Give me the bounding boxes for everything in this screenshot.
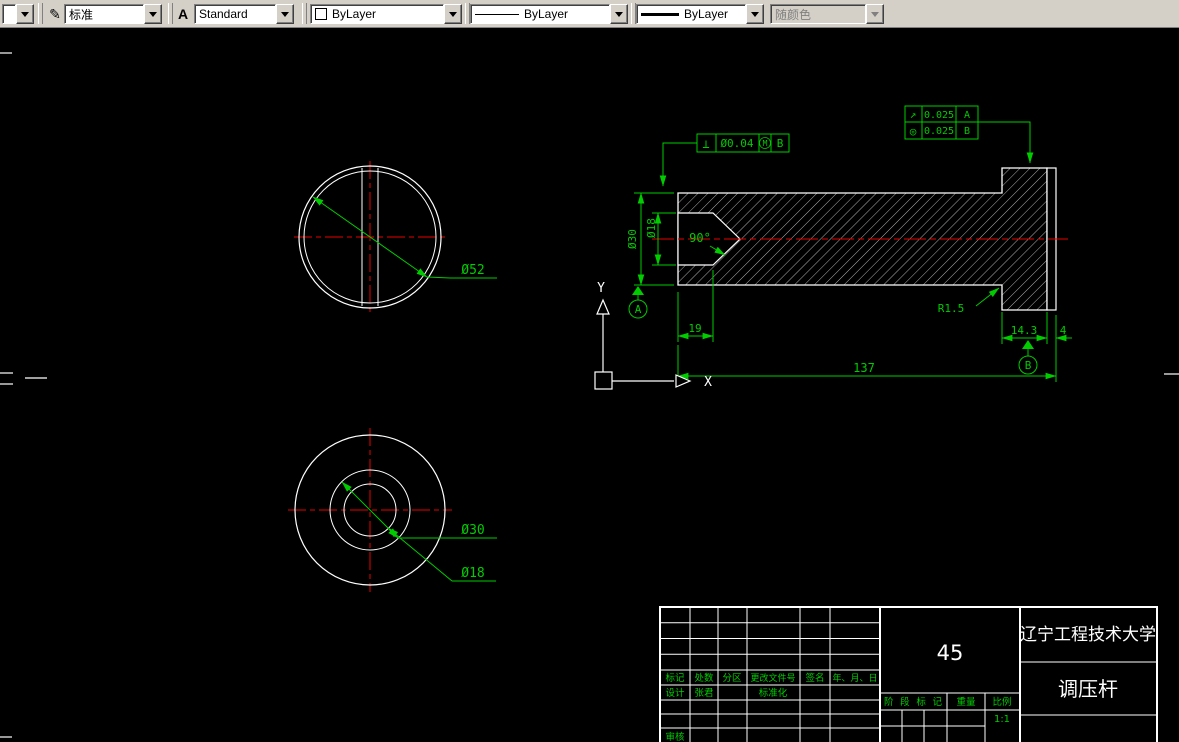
datum-a-symbol: A (628, 286, 648, 319)
title-block-text: 45 辽宁工程技术大学 调压杆 标记 处数 分区 更改文件号 签名 年、月、日 … (665, 625, 1156, 742)
chevron-down-icon[interactable] (746, 4, 764, 24)
color-value: ByLayer (332, 7, 377, 21)
dim-label-flange-width: 14.3 (1011, 324, 1038, 337)
letter-a-icon: A (177, 6, 189, 22)
fcf-runout-concentricity: ↗ 0.025 A ◎ 0.025 B (904, 105, 1034, 164)
fcf-runout-symbol: ↗ (910, 108, 917, 121)
mini-combo[interactable] (2, 4, 34, 24)
dim-label-phi18: Ø18 (461, 566, 484, 581)
scale-value: 1:1 (994, 714, 1010, 725)
fcf-conc-symbol: ◎ (910, 125, 917, 138)
fcf-runout-datum: A (964, 110, 970, 121)
hdr-signature: 签名 (805, 672, 824, 684)
dim-label-end-width: 4 (1060, 324, 1067, 337)
bottom-circle-view: Ø30 Ø18 (288, 428, 497, 592)
chevron-down-icon[interactable] (16, 4, 34, 24)
datum-b-symbol: B (1018, 340, 1038, 375)
dim-label-total-length: 137 (853, 361, 875, 375)
weight-label: 重量 (956, 696, 976, 708)
fcf-runout-tolerance: 0.025 (924, 110, 954, 121)
hdr-mark: 标记 (665, 672, 685, 684)
datum-a-label: A (635, 303, 642, 316)
pencil-icon: ✎ (49, 5, 61, 22)
linetype-combo[interactable]: ByLayer (470, 4, 628, 24)
styles-toolbar: ✎ 标准 A Standard ByLayer ByLayer ByLayer … (0, 0, 1179, 28)
toolbar-grip[interactable] (38, 3, 43, 24)
fcf-perp-modifier: M (763, 139, 768, 148)
top-circle-view: Ø52 (294, 161, 497, 313)
fillet-leader (975, 287, 1000, 307)
linetype-value: ByLayer (524, 7, 569, 21)
linetype-swatch (475, 13, 519, 15)
drawing-canvas[interactable]: Ø52 Ø30 Ø18 Ø30 Ø18 90° A 19 137 14.3 4 … (0, 28, 1179, 742)
hdr-count: 处数 (694, 672, 714, 684)
text-style-combo[interactable]: Standard (194, 4, 294, 24)
cad-app-window: ✎ 标准 A Standard ByLayer ByLayer ByLayer … (0, 0, 1179, 742)
lineweight-swatch (641, 12, 679, 16)
dim-label-hole-depth: 19 (688, 322, 701, 335)
review-label: 审核 (665, 731, 685, 742)
chevron-down-icon[interactable] (144, 4, 162, 24)
dim-label-phi30: Ø30 (461, 523, 484, 538)
ucs-x-label: X (704, 375, 712, 390)
plot-style-value: 随颜色 (770, 4, 866, 24)
sheet-border-ticks (0, 52, 1179, 738)
dim-label-fillet: R1.5 (938, 302, 965, 315)
text-style-icon[interactable]: A (172, 3, 194, 25)
design-label: 设计 (665, 687, 685, 699)
dim-style-icon[interactable]: ✎ (44, 3, 66, 25)
toolbar-grip[interactable] (302, 3, 307, 24)
stage-label: 阶段标记 (884, 696, 942, 708)
dim-label-dia-outer: Ø30 (626, 229, 639, 249)
ucs-y-label: Y (597, 281, 605, 296)
hdr-date: 年、月、日 (832, 672, 877, 684)
chevron-down-icon[interactable] (610, 4, 628, 24)
part-name: 调压杆 (1058, 677, 1118, 701)
fcf-perpendicularity: ⊥ Ø0.04 M B (659, 133, 790, 187)
hdr-zone: 分区 (722, 673, 742, 684)
dim-style-value: 标准 (64, 4, 144, 24)
plot-style-combo: 随颜色 (770, 4, 884, 24)
fcf-conc-datum: B (964, 126, 970, 137)
university-name: 辽宁工程技术大学 (1020, 625, 1156, 645)
title-block: 45 辽宁工程技术大学 调压杆 标记 处数 分区 更改文件号 签名 年、月、日 … (659, 606, 1158, 742)
dim-label-dia-hole: Ø18 (645, 218, 658, 238)
chevron-down-icon (866, 4, 884, 24)
chevron-down-icon[interactable] (276, 4, 294, 24)
dim-label-cone-angle: 90° (689, 231, 711, 245)
section-view: Ø30 Ø18 90° A 19 137 14.3 4 R1.5 B ⊥ Ø0.… (626, 105, 1072, 382)
scale-label: 比例 (992, 696, 1011, 708)
lineweight-value: ByLayer (684, 7, 729, 21)
fcf-perp-tolerance: Ø0.04 (720, 137, 753, 150)
hdr-change-doc: 更改文件号 (750, 672, 795, 684)
mini-combo-value (2, 4, 16, 24)
lineweight-combo[interactable]: ByLayer (636, 4, 764, 24)
fcf-conc-tolerance: 0.025 (924, 126, 954, 137)
color-swatch (315, 8, 327, 20)
fcf-perp-symbol: ⊥ (702, 137, 709, 151)
designer-name: 张君 (694, 688, 714, 699)
datum-b-label: B (1025, 359, 1032, 372)
drawing-svg: Ø52 Ø30 Ø18 Ø30 Ø18 90° A 19 137 14.3 4 … (0, 52, 1179, 742)
dim-label-phi52: Ø52 (461, 263, 484, 278)
material-grade: 45 (937, 641, 964, 665)
standardization-label: 标准化 (759, 687, 788, 699)
chevron-down-icon[interactable] (444, 4, 462, 24)
dim-style-combo[interactable]: 标准 (64, 4, 162, 24)
color-combo[interactable]: ByLayer (310, 4, 462, 24)
text-style-value: Standard (194, 4, 276, 24)
fcf-perp-datum: B (777, 137, 784, 150)
